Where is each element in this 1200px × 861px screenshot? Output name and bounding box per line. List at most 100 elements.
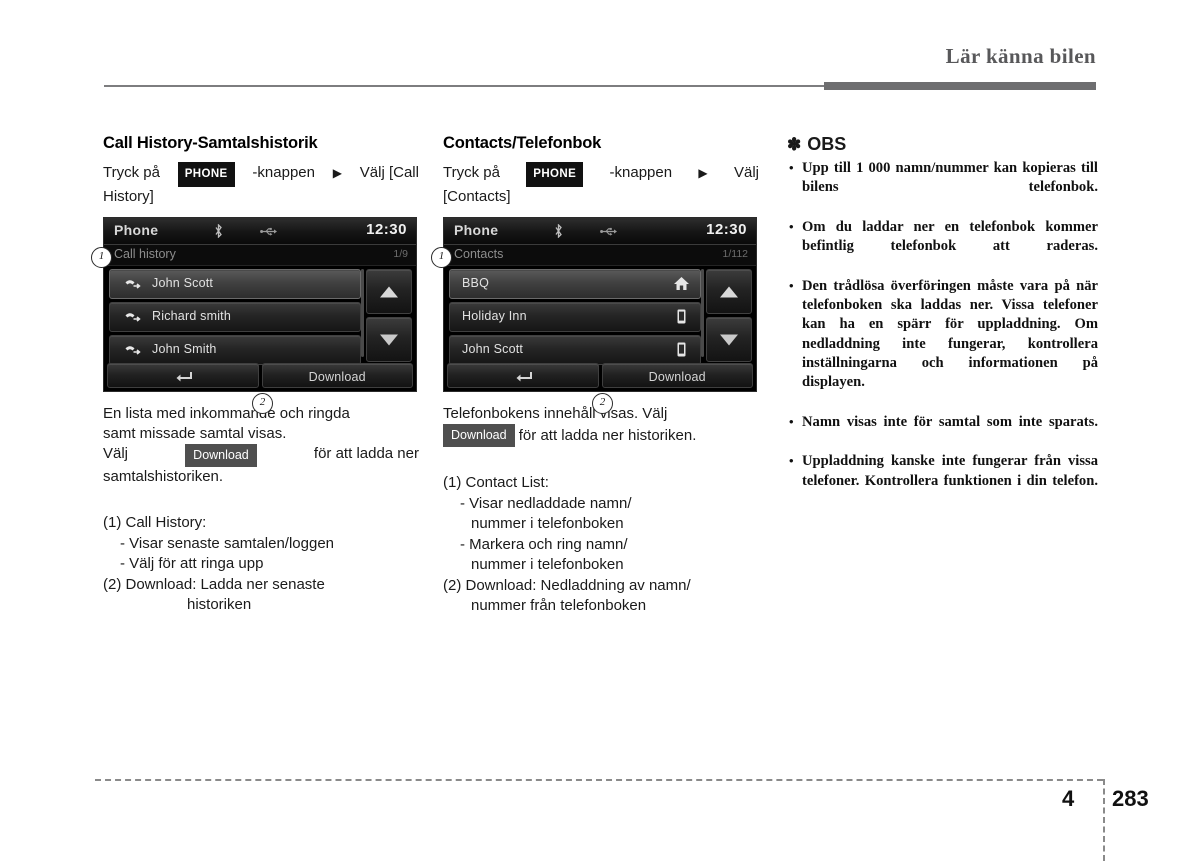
intro-text-line2: History] — [103, 188, 154, 205]
device-sub-bar: Contacts 1/112 — [444, 245, 756, 266]
device-clock: 12:30 — [366, 221, 407, 238]
description-line-2: Download för att ladda ner historiken. — [443, 424, 759, 447]
note-item-text: Den trådlösa överföringen måste vara på … — [802, 277, 1098, 391]
scroll-down-button[interactable] — [706, 317, 752, 362]
list-item-label: John Smith — [152, 342, 217, 356]
download-chip: Download — [185, 444, 257, 467]
legend-item: (1) Contact List: — [443, 474, 549, 491]
legend-item: - Visar nedladdade namn/ — [460, 494, 632, 512]
list-item[interactable]: Richard smith — [109, 302, 361, 332]
header-rule-light — [104, 85, 824, 87]
device-body: John Scott Richard smith John Smith — [104, 266, 416, 365]
device-title: Phone — [114, 222, 159, 238]
intro-text-line2: [Contacts] — [443, 188, 511, 205]
legend-item: - Välj för att ringa upp — [120, 555, 264, 572]
scroll-buttons — [366, 269, 412, 365]
callout-marker-2: 2 — [592, 393, 613, 414]
scroll-down-button[interactable] — [366, 317, 412, 362]
note-item: Om du laddar ner en telefonbok kommer be… — [787, 217, 1098, 276]
legend-item: historiken — [187, 596, 252, 613]
intro-text-mid: -knappen — [609, 164, 673, 181]
scroll-buttons — [706, 269, 752, 365]
list-item[interactable]: Holiday Inn — [449, 302, 701, 332]
device-screen: Phone 12:30 Contacts 1/112 BBQ Holiday I… — [443, 217, 757, 392]
list-item-label: BBQ — [462, 276, 489, 290]
device-body: BBQ Holiday Inn John Scott — [444, 266, 756, 365]
note-item: Den trådlösa överföringen måste vara på … — [787, 276, 1098, 412]
description-line-4: samtalshistoriken. — [103, 468, 224, 485]
description-line-2: samt missade samtal visas. — [103, 425, 287, 442]
contacts-screenshot: 1 2 Phone 12:30 Contacts 1/112 BBQ Holid… — [431, 217, 759, 414]
list-item[interactable]: BBQ — [449, 269, 701, 299]
device-subtitle: Call history — [114, 247, 176, 261]
call-history-description: En lista med inkommande och ringda samt … — [103, 404, 419, 487]
note-item-text: Namn visas inte för samtal som inte spar… — [802, 413, 1098, 430]
outgoing-call-icon — [125, 280, 141, 289]
download-button[interactable]: Download — [261, 363, 413, 388]
note-list: Upp till 1 000 namn/nummer kan kopieras … — [787, 158, 1098, 510]
scroll-up-button[interactable] — [706, 269, 752, 314]
list-item[interactable]: John Scott — [109, 269, 361, 299]
intro-text-post: Välj [Call — [359, 164, 419, 181]
callout-marker-2: 2 — [252, 393, 273, 414]
device-top-bar: Phone 12:30 — [444, 218, 756, 245]
note-item-text: Upp till 1 000 namn/nummer kan kopieras … — [802, 160, 1098, 196]
device-footer: Download — [104, 361, 416, 391]
back-arrow-icon — [176, 371, 192, 381]
triangle-down-icon — [720, 334, 738, 345]
column-left: Call History-Samtalshistorik Tryck på PH… — [91, 134, 419, 616]
callout-marker-1: 1 — [91, 247, 112, 268]
scrollbar-track[interactable] — [361, 269, 364, 357]
note-header: ✽ OBS — [787, 134, 1098, 155]
call-history-screenshot: 1 2 Phone 12:30 Call history 1/9 John Sc… — [91, 217, 419, 414]
scroll-up-button[interactable] — [366, 269, 412, 314]
download-chip: Download — [443, 424, 515, 447]
home-icon — [674, 277, 689, 290]
device-title: Phone — [454, 222, 499, 238]
download-button-label: Download — [648, 370, 706, 384]
device-item-count: 1/9 — [393, 248, 408, 260]
device-screen: Phone 12:30 Call history 1/9 John Scott … — [103, 217, 417, 392]
device-top-bar: Phone 12:30 — [104, 218, 416, 245]
triangle-up-icon — [380, 286, 398, 297]
device-sub-bar: Call history 1/9 — [104, 245, 416, 266]
footer-divider — [95, 779, 1103, 781]
download-button[interactable]: Download — [601, 363, 753, 388]
bluetooth-icon — [215, 224, 222, 238]
description-line-1-text: En lista med inkommande och ringda — [103, 405, 350, 422]
outgoing-call-icon — [125, 346, 141, 355]
legend-item: nummer från telefonboken — [471, 597, 647, 614]
arrow-right-icon: ▶ — [332, 166, 342, 180]
outgoing-call-icon — [125, 313, 141, 322]
page-header-title: Lär känna bilen — [945, 44, 1096, 68]
scrollbar-track[interactable] — [701, 269, 704, 357]
download-instruction-pre: Välj — [103, 445, 129, 462]
legend-item: nummer i telefonboken — [471, 556, 624, 573]
phone-key-chip: PHONE — [526, 162, 584, 187]
list-item-label: Holiday Inn — [462, 309, 527, 323]
phone-key-chip: PHONE — [177, 162, 235, 187]
device-clock: 12:30 — [706, 221, 747, 238]
download-button-label: Download — [308, 370, 366, 384]
back-arrow-icon — [516, 371, 532, 381]
download-instruction-mid: för att ladda ner — [313, 445, 419, 462]
bluetooth-icon — [555, 224, 562, 238]
intro-text-mid: -knappen — [252, 164, 315, 181]
section-title-contacts: Contacts/Telefonbok — [443, 134, 602, 152]
footer-page-number: 283 — [1112, 786, 1149, 811]
intro-text-post: Välj — [733, 164, 759, 181]
back-button[interactable] — [107, 363, 259, 388]
back-button[interactable] — [447, 363, 599, 388]
mobile-icon — [677, 342, 686, 357]
note-item: Upp till 1 000 namn/nummer kan kopieras … — [787, 158, 1098, 217]
contacts-legend: (1) Contact List: - Visar nedladdade nam… — [443, 473, 759, 617]
legend-item: (2) Download: Nedladdning av namn/ — [443, 576, 691, 594]
note-title: OBS — [807, 134, 847, 154]
description-line-2-text: för att ladda ner historiken. — [518, 427, 697, 444]
note-item: Namn visas inte för samtal som inte spar… — [787, 412, 1098, 452]
intro-text-pre: Tryck på — [103, 164, 160, 181]
legend-item: (2) Download: Ladda ner senaste — [103, 575, 325, 593]
usb-icon — [600, 227, 617, 236]
mobile-icon — [677, 309, 686, 324]
legend-item: nummer i telefonboken — [471, 515, 624, 532]
